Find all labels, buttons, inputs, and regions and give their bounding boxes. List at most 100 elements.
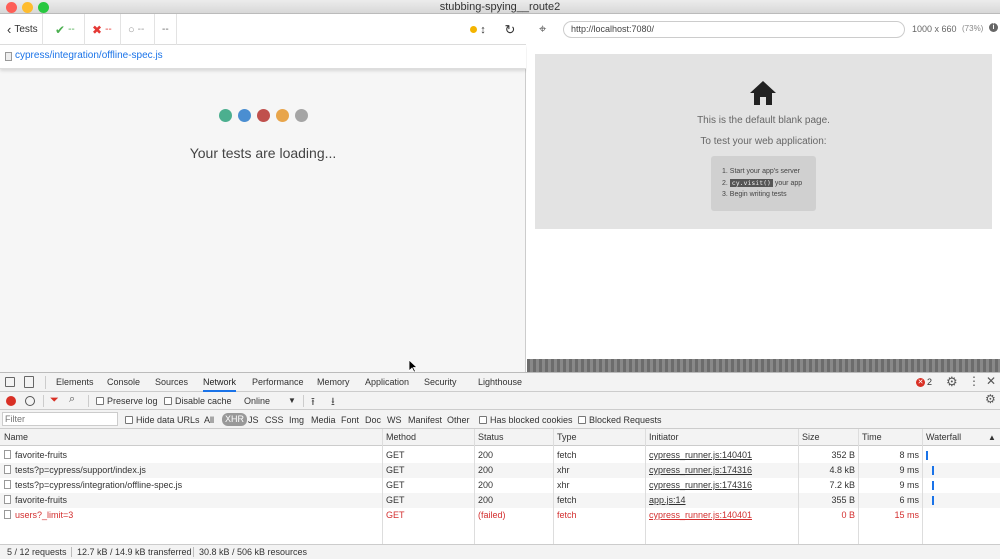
filter-type-js[interactable]: JS	[248, 411, 259, 429]
cell-time: 15 ms	[894, 510, 919, 520]
network-settings-icon[interactable]: ⚙	[985, 392, 996, 406]
filter-type-ws[interactable]: WS	[387, 411, 402, 429]
cell-name: favorite-fruits	[4, 448, 67, 463]
filter-type-css[interactable]: CSS	[265, 411, 284, 429]
close-devtools-icon[interactable]: ✕	[986, 374, 996, 388]
cell-time: 9 ms	[899, 480, 919, 490]
error-x-icon: ✕	[916, 377, 925, 387]
tab-elements[interactable]: Elements	[56, 373, 94, 392]
network-request-table: Name Method Status Type Initiator Size Time Wat…	[0, 429, 1000, 544]
selector-playground-icon[interactable]: ⌖	[539, 21, 546, 37]
cell-initiator[interactable]: cypress_runner.js:174316	[649, 478, 752, 493]
spec-path-link[interactable]: cypress/integration/offline-spec.js	[15, 50, 163, 61]
divider	[88, 395, 89, 407]
cell-initiator[interactable]: cypress_runner.js:174316	[649, 463, 752, 478]
status-dot-icon	[470, 26, 478, 33]
network-toolbar: ⏷ ⌕ Preserve log Disable cache Online ▼ ⭱…	[0, 392, 1000, 410]
auto-scroll-toggle[interactable]: ↕	[462, 14, 494, 45]
tab-security[interactable]: Security	[424, 373, 457, 392]
filter-type-all[interactable]: All	[204, 411, 214, 429]
rerun-button[interactable]: ↻	[494, 14, 526, 45]
aut-header: ⌖ http://localhost:7080/ 1000 x 660 (73%…	[527, 14, 1000, 45]
check-icon: ✔	[55, 22, 66, 37]
filter-type-manifest[interactable]: Manifest	[408, 411, 442, 429]
loading-dot	[256, 109, 270, 122]
cell-size: 352 B	[831, 450, 855, 460]
column-header-size[interactable]: Size	[802, 429, 820, 446]
instructions-box: 1. Start your app's server 2. cy.visit()…	[711, 156, 816, 211]
waterfall-bar	[932, 466, 934, 475]
loading-dot	[237, 109, 251, 122]
url-field[interactable]: http://localhost:7080/	[563, 21, 905, 38]
cell-status: (failed)	[478, 510, 506, 520]
zoom-level: (73%)	[962, 24, 984, 33]
failed-stat: ✖ --	[85, 14, 121, 45]
tab-sources[interactable]: Sources	[155, 373, 188, 392]
tab-memory[interactable]: Memory	[317, 373, 350, 392]
request-name: favorite-fruits	[15, 450, 68, 460]
pending-stat: ○ --	[121, 14, 155, 45]
tab-application[interactable]: Application	[365, 373, 409, 392]
throttling-select[interactable]: Online ▼	[244, 392, 296, 410]
tab-network[interactable]: Network	[203, 373, 237, 392]
filter-funnel-icon[interactable]: ⏷	[50, 394, 59, 407]
cell-type: xhr	[557, 480, 570, 490]
cell-time: 8 ms	[899, 450, 919, 460]
filter-type-doc[interactable]: Doc	[365, 411, 381, 429]
search-icon[interactable]: ⌕	[69, 393, 75, 406]
column-divider	[382, 429, 383, 544]
cell-method: GET	[386, 465, 405, 475]
waterfall-bar	[932, 481, 934, 490]
instruction-step: 1. Start your app's server	[722, 168, 800, 175]
app-under-test-panel: ⌖ http://localhost:7080/ 1000 x 660 (73%…	[527, 14, 1000, 372]
cell-initiator[interactable]: app.js:14	[649, 493, 686, 508]
cell-initiator[interactable]: cypress_runner.js:140401	[649, 508, 752, 523]
filter-type-font[interactable]: Font	[341, 411, 359, 429]
disable-cache-checkbox[interactable]: Disable cache	[164, 392, 232, 410]
table-row[interactable]: favorite-fruits GET 200 fetch app.js:14 355 B…	[0, 493, 1000, 508]
blank-page-subtext: To test your web application:	[700, 136, 827, 147]
tab-console[interactable]: Console	[107, 373, 140, 392]
error-count: 2	[927, 377, 933, 387]
request-name: tests?p=cypress/integration/offline-spec…	[15, 480, 183, 490]
filter-input[interactable]	[2, 412, 118, 426]
tab-performance[interactable]: Performance	[252, 373, 304, 392]
table-row[interactable]: tests?p=cypress/support/index.js GET 200 xh…	[0, 463, 1000, 478]
column-header-type[interactable]: Type	[557, 429, 577, 446]
resize-handle[interactable]	[527, 359, 1000, 372]
cell-name: users?_limit=3	[4, 508, 73, 523]
column-divider	[858, 429, 859, 544]
inspect-element-icon[interactable]	[5, 377, 15, 387]
device-toolbar-icon[interactable]	[24, 376, 34, 388]
column-header-method[interactable]: Method	[386, 429, 416, 446]
column-header-waterfall[interactable]: Waterfall	[926, 429, 961, 446]
settings-gear-icon[interactable]: ⚙	[946, 374, 958, 390]
filter-type-other[interactable]: Other	[447, 411, 470, 429]
table-row[interactable]: users?_limit=3 GET (failed) fetch cypress_ru…	[0, 508, 1000, 523]
clear-icon[interactable]	[25, 396, 35, 406]
column-header-name[interactable]: Name	[4, 429, 28, 446]
column-header-time[interactable]: Time	[862, 429, 882, 446]
request-name: users?_limit=3	[15, 510, 74, 520]
more-options-icon[interactable]: ⋮	[968, 374, 980, 388]
tab-lighthouse[interactable]: Lighthouse	[478, 373, 522, 392]
column-header-initiator[interactable]: Initiator	[649, 429, 679, 446]
filter-type-img[interactable]: Img	[289, 411, 304, 429]
info-icon[interactable]: i	[989, 23, 998, 32]
record-icon[interactable]	[6, 396, 16, 406]
preserve-log-checkbox[interactable]: Preserve log	[96, 392, 158, 410]
hide-data-urls-checkbox[interactable]: Hide data URLs	[125, 411, 200, 429]
cell-type: fetch	[557, 450, 577, 460]
cell-initiator[interactable]: cypress_runner.js:140401	[649, 448, 752, 463]
table-row[interactable]: tests?p=cypress/integration/offline-spec…	[0, 478, 1000, 493]
tests-button[interactable]: ‹ Tests	[0, 14, 43, 45]
has-blocked-cookies-checkbox[interactable]: Has blocked cookies	[479, 411, 573, 429]
dropdown-arrow-icon: ▼	[288, 396, 296, 405]
column-header-status[interactable]: Status	[478, 429, 504, 446]
file-icon	[5, 52, 12, 61]
error-badge[interactable]: ✕ 2	[916, 377, 932, 387]
blocked-requests-checkbox[interactable]: Blocked Requests	[578, 411, 662, 429]
filter-type-xhr[interactable]: XHR	[222, 413, 248, 426]
table-row[interactable]: favorite-fruits GET 200 fetch cypress_runner…	[0, 448, 1000, 463]
filter-type-media[interactable]: Media	[311, 411, 336, 429]
